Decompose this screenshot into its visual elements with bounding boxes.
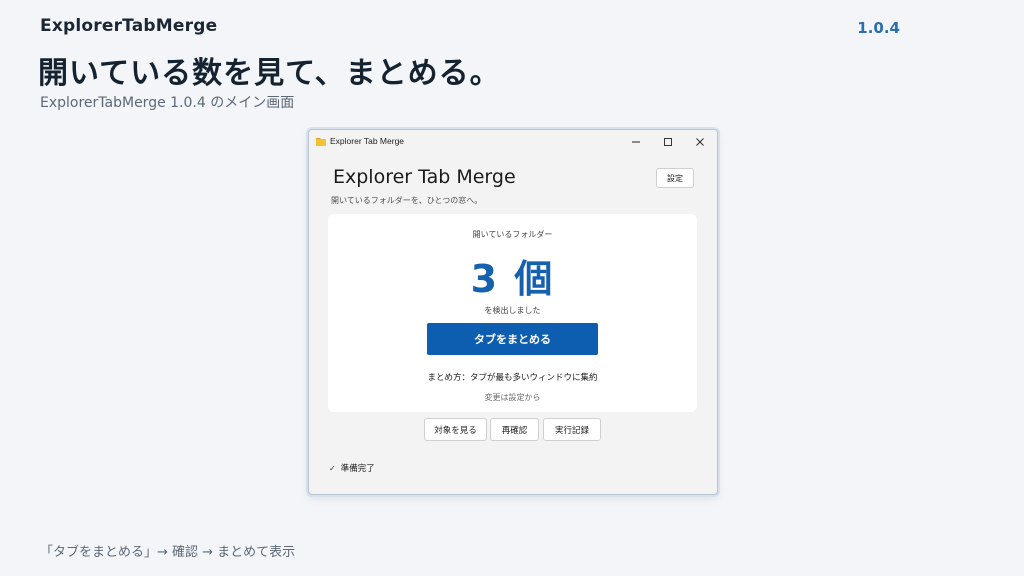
history-button[interactable]: 実行記録: [543, 418, 601, 441]
status-bar: ✓ 準備完了: [329, 462, 375, 475]
view-targets-button[interactable]: 対象を見る: [424, 418, 487, 441]
merge-method-text: まとめ方：タブが最も多いウィンドウに集約: [427, 373, 598, 383]
folder-icon: [316, 138, 326, 146]
merge-tabs-button[interactable]: タブをまとめる: [427, 323, 598, 355]
maximize-icon: [664, 138, 672, 146]
folder-count: 3 個: [470, 257, 555, 301]
status-text: 準備完了: [340, 464, 375, 474]
window-title: Explorer Tab Merge: [330, 136, 405, 146]
app-title: Explorer Tab Merge: [333, 166, 516, 188]
settings-button[interactable]: 設定: [656, 168, 694, 188]
check-icon: ✓: [329, 463, 336, 473]
slide-title: ExplorerTabMerge: [40, 16, 218, 36]
change-hint: 変更は設定から: [484, 393, 541, 402]
slide-subtitle: ExplorerTabMerge 1.0.4 のメイン画面: [40, 95, 295, 111]
slide-version: 1.0.4: [857, 19, 900, 37]
open-folders-label: 開いているフォルダー: [472, 230, 553, 239]
app-subtitle: 開いているフォルダーを、ひとつの窓へ。: [331, 196, 483, 205]
slide-headline: 開いている数を見て、まとめる。: [38, 56, 501, 91]
window-titlebar[interactable]: Explorer Tab Merge: [309, 130, 717, 154]
recheck-button[interactable]: 再確認: [490, 418, 539, 441]
slide-footer: 「タブをまとめる」→ 確認 → まとめて表示: [40, 545, 296, 560]
minimize-icon: [632, 141, 640, 143]
app-window: Explorer Tab Merge Explorer Tab Merge 開い…: [308, 129, 718, 495]
close-icon: [696, 138, 704, 146]
close-button[interactable]: [684, 130, 716, 154]
detected-label: を検出しました: [484, 306, 541, 315]
maximize-button[interactable]: [652, 130, 684, 154]
minimize-button[interactable]: [620, 130, 652, 154]
folder-summary-card: 開いているフォルダー 3 個 を検出しました タブをまとめる まとめ方：タブが最…: [328, 214, 697, 412]
